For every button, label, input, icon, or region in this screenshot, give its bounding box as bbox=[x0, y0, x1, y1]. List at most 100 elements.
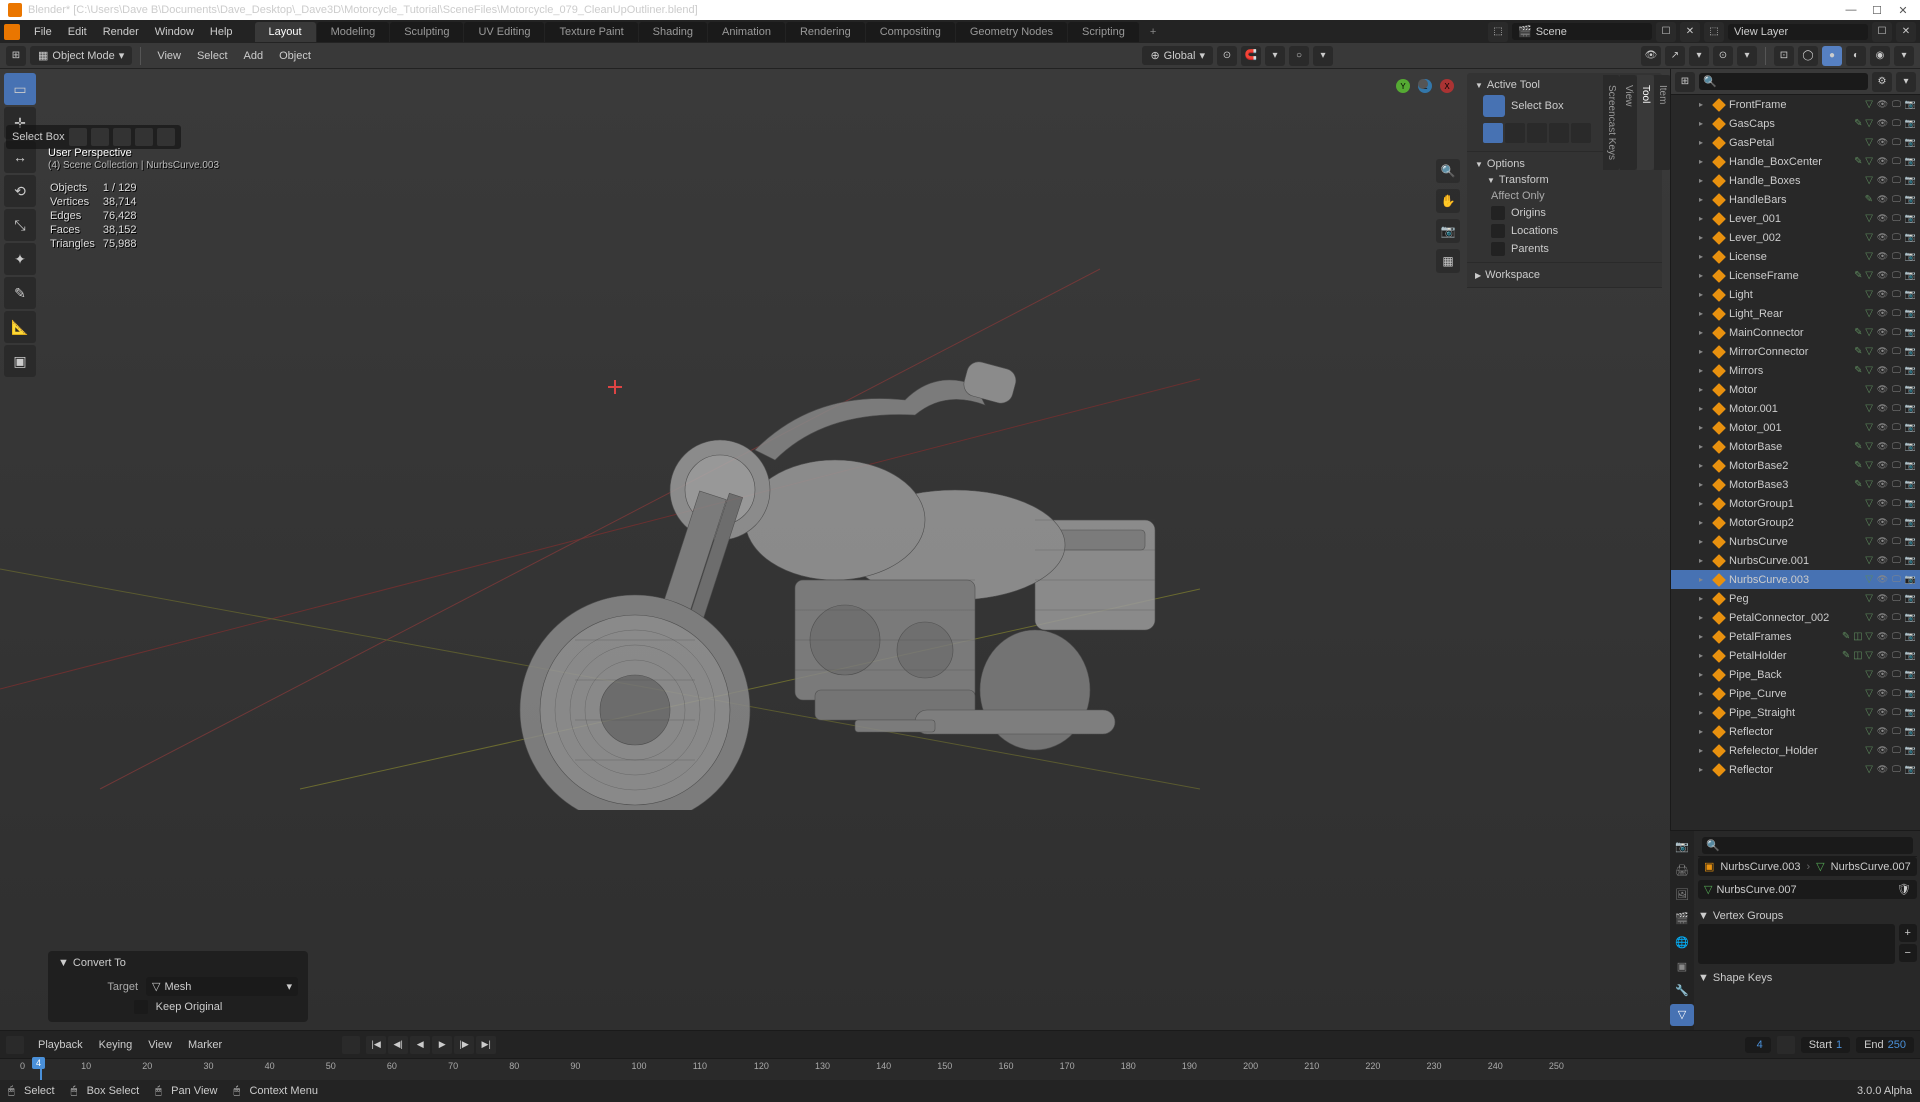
workspace-tab-shading[interactable]: Shading bbox=[639, 22, 707, 42]
expand-arrow-icon[interactable]: ▸ bbox=[1699, 252, 1709, 261]
hide-toggle[interactable]: 👁 bbox=[1876, 440, 1889, 453]
viewport-toggle[interactable]: 🖵 bbox=[1890, 554, 1903, 567]
annotate-tool[interactable]: ✎ bbox=[4, 277, 36, 309]
expand-arrow-icon[interactable]: ▸ bbox=[1699, 461, 1709, 470]
expand-arrow-icon[interactable]: ▸ bbox=[1699, 233, 1709, 242]
viewport-toggle[interactable]: 🖵 bbox=[1890, 592, 1903, 605]
select-box-tool[interactable]: ▭ bbox=[4, 73, 36, 105]
render-toggle[interactable]: 📷 bbox=[1904, 421, 1917, 434]
hide-toggle[interactable]: 👁 bbox=[1876, 174, 1889, 187]
workspace-tab-geometry-nodes[interactable]: Geometry Nodes bbox=[956, 22, 1067, 42]
axis-x[interactable]: X bbox=[1440, 79, 1454, 93]
outliner-item-motorbase2[interactable]: ▸MotorBase2✎ ▽👁🖵📷 bbox=[1671, 456, 1920, 475]
shading-wireframe[interactable]: ◯ bbox=[1798, 46, 1818, 66]
proportional-toggle[interactable]: ○ bbox=[1289, 46, 1309, 66]
play-reverse[interactable]: ◀ bbox=[410, 1036, 430, 1054]
outliner-display-dropdown[interactable]: ⊞ bbox=[1675, 72, 1695, 92]
viewport-menu-select[interactable]: Select bbox=[189, 47, 236, 65]
orientation-dropdown[interactable]: ⊕ Global ▾ bbox=[1142, 46, 1213, 65]
visibility-toggle[interactable]: 👁 bbox=[1641, 46, 1661, 66]
scale-tool[interactable]: ⤡ bbox=[4, 209, 36, 241]
expand-arrow-icon[interactable]: ▸ bbox=[1699, 119, 1709, 128]
outliner-filter-toggle[interactable]: ▾ bbox=[1896, 72, 1916, 92]
close-button[interactable]: ✕ bbox=[1894, 3, 1912, 17]
transform-tool[interactable]: ✦ bbox=[4, 243, 36, 275]
render-toggle[interactable]: 📷 bbox=[1904, 402, 1917, 415]
outliner-item-pipe-back[interactable]: ▸Pipe_Back▽👁🖵📷 bbox=[1671, 665, 1920, 684]
data-name-field[interactable]: ▽ NurbsCurve.007 🛡 bbox=[1698, 880, 1917, 899]
axis-neg[interactable] bbox=[1418, 79, 1428, 89]
menu-window[interactable]: Window bbox=[147, 23, 202, 41]
render-toggle[interactable]: 📷 bbox=[1904, 554, 1917, 567]
outliner-item-motorgroup1[interactable]: ▸MotorGroup1▽👁🖵📷 bbox=[1671, 494, 1920, 513]
hide-toggle[interactable]: 👁 bbox=[1876, 155, 1889, 168]
frame-lock-icon[interactable] bbox=[1777, 1036, 1795, 1054]
render-toggle[interactable]: 📷 bbox=[1904, 326, 1917, 339]
expand-arrow-icon[interactable]: ▸ bbox=[1699, 214, 1709, 223]
play-forward[interactable]: ▶ bbox=[432, 1036, 452, 1054]
outliner-item-light[interactable]: ▸Light▽👁🖵📷 bbox=[1671, 285, 1920, 304]
outliner-item-gascaps[interactable]: ▸GasCaps✎ ▽👁🖵📷 bbox=[1671, 114, 1920, 133]
expand-arrow-icon[interactable]: ▸ bbox=[1699, 499, 1709, 508]
render-toggle[interactable]: 📷 bbox=[1904, 174, 1917, 187]
select-mode-5[interactable] bbox=[157, 128, 175, 146]
menu-render[interactable]: Render bbox=[95, 23, 147, 41]
viewlayer-browse-icon[interactable]: ⬚ bbox=[1704, 22, 1724, 42]
maximize-button[interactable]: ☐ bbox=[1868, 3, 1886, 17]
hide-toggle[interactable]: 👁 bbox=[1876, 535, 1889, 548]
viewport-menu-object[interactable]: Object bbox=[271, 47, 319, 65]
hide-toggle[interactable]: 👁 bbox=[1876, 421, 1889, 434]
viewport-toggle[interactable]: 🖵 bbox=[1890, 98, 1903, 111]
pan-icon[interactable]: ✋ bbox=[1436, 189, 1460, 213]
overlay-toggle[interactable]: ⊙ bbox=[1713, 46, 1733, 66]
render-toggle[interactable]: 📷 bbox=[1904, 535, 1917, 548]
pivot-dropdown[interactable]: ⊙ bbox=[1217, 46, 1237, 66]
viewlayer-delete-button[interactable]: ✕ bbox=[1896, 22, 1916, 42]
outliner-item-motorbase[interactable]: ▸MotorBase✎ ▽👁🖵📷 bbox=[1671, 437, 1920, 456]
expand-arrow-icon[interactable]: ▸ bbox=[1699, 689, 1709, 698]
workspace-tab-animation[interactable]: Animation bbox=[708, 22, 785, 42]
render-toggle[interactable]: 📷 bbox=[1904, 630, 1917, 643]
workspace-tab-sculpting[interactable]: Sculpting bbox=[390, 22, 463, 42]
expand-arrow-icon[interactable]: ▸ bbox=[1699, 518, 1709, 527]
hide-toggle[interactable]: 👁 bbox=[1876, 573, 1889, 586]
prop-tab-scene[interactable]: 🎬 bbox=[1670, 907, 1694, 929]
expand-arrow-icon[interactable]: ▸ bbox=[1699, 404, 1709, 413]
end-frame-field[interactable]: End250 bbox=[1856, 1037, 1914, 1053]
expand-arrow-icon[interactable]: ▸ bbox=[1699, 651, 1709, 660]
nav-gizmo[interactable]: Z X Y bbox=[1390, 79, 1460, 149]
select-mode-1[interactable] bbox=[69, 128, 87, 146]
expand-arrow-icon[interactable]: ▸ bbox=[1699, 271, 1709, 280]
checkbox-locations[interactable] bbox=[1491, 224, 1505, 238]
perspective-icon[interactable]: ▦ bbox=[1436, 249, 1460, 273]
hide-toggle[interactable]: 👁 bbox=[1876, 364, 1889, 377]
render-toggle[interactable]: 📷 bbox=[1904, 136, 1917, 149]
expand-arrow-icon[interactable]: ▸ bbox=[1699, 176, 1709, 185]
viewport-toggle[interactable]: 🖵 bbox=[1890, 516, 1903, 529]
render-toggle[interactable]: 📷 bbox=[1904, 592, 1917, 605]
hide-toggle[interactable]: 👁 bbox=[1876, 98, 1889, 111]
vertex-groups-list[interactable] bbox=[1698, 924, 1895, 964]
checkbox-parents[interactable] bbox=[1491, 242, 1505, 256]
viewport-toggle[interactable]: 🖵 bbox=[1890, 573, 1903, 586]
hide-toggle[interactable]: 👁 bbox=[1876, 592, 1889, 605]
snap-toggle[interactable]: 🧲 bbox=[1241, 46, 1261, 66]
vertex-groups-header[interactable]: ▼Vertex Groups bbox=[1698, 908, 1917, 924]
prop-tab-viewlayer[interactable]: 🖼 bbox=[1670, 883, 1694, 905]
target-dropdown[interactable]: ▽ Mesh ▾ bbox=[146, 977, 298, 996]
viewport-toggle[interactable]: 🖵 bbox=[1890, 535, 1903, 548]
workspace-tab-modeling[interactable]: Modeling bbox=[317, 22, 390, 42]
hide-toggle[interactable]: 👁 bbox=[1876, 459, 1889, 472]
menu-file[interactable]: File bbox=[26, 23, 60, 41]
hide-toggle[interactable]: 👁 bbox=[1876, 649, 1889, 662]
drag-mode-1[interactable] bbox=[1483, 123, 1503, 143]
outliner-item-handlebars[interactable]: ▸HandleBars✎👁🖵📷 bbox=[1671, 190, 1920, 209]
add-workspace-button[interactable]: + bbox=[1142, 22, 1164, 42]
viewport-toggle[interactable]: 🖵 bbox=[1890, 440, 1903, 453]
hide-toggle[interactable]: 👁 bbox=[1876, 345, 1889, 358]
render-toggle[interactable]: 📷 bbox=[1904, 193, 1917, 206]
render-toggle[interactable]: 📷 bbox=[1904, 98, 1917, 111]
render-toggle[interactable]: 📷 bbox=[1904, 269, 1917, 282]
viewport-toggle[interactable]: 🖵 bbox=[1890, 174, 1903, 187]
hide-toggle[interactable]: 👁 bbox=[1876, 744, 1889, 757]
